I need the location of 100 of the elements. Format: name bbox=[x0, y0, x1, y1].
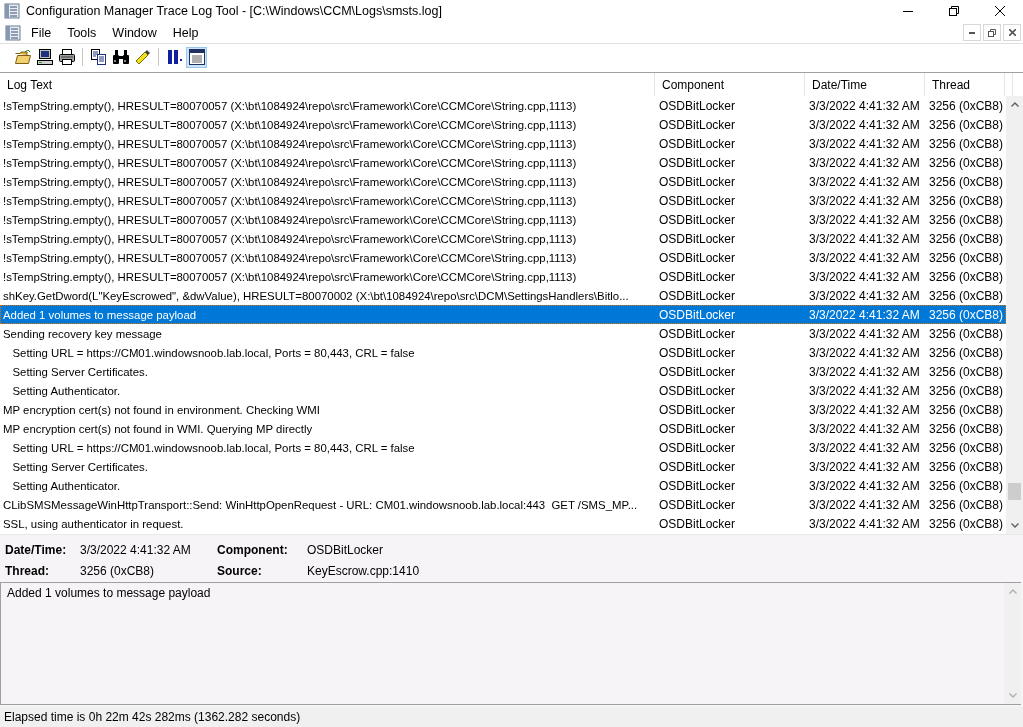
menu-item[interactable]: Window bbox=[104, 23, 165, 42]
log-row[interactable]: CLibSMSMessageWinHttpTransport::Send: WinHttpOpenRequest - URL: CM01.windowsnoob.lab.local:443 GET /SMS_MP... OSDBitLocker 3/3/2022 4:41:32 AM 3256 (0xCB8) bbox=[0, 495, 1006, 514]
table-cell-text: Setting Authenticator. bbox=[11, 479, 122, 492]
table-cell-text: 3/3/2022 4:41:32 AM bbox=[808, 288, 921, 303]
toolbar-button[interactable] bbox=[88, 46, 109, 68]
child-minimize-button[interactable] bbox=[963, 24, 981, 41]
menu-item[interactable]: Help bbox=[164, 23, 207, 42]
log-row[interactable]: !sTempString.empty(), HRESULT=80070057 (X:\bt\1084924\repo\src\Framework\Core\CCMCore\String.cpp,1113) OSDBitLocker 3/3/2022 4:41:32 AM 3256 (0xCB8) bbox=[0, 267, 1006, 286]
table-cell-text: !sTempString.empty(), HRESULT=80070057 (X:\bt\1084924\repo\src\Framework\Core\CCMCore\String.cpp,1113) bbox=[2, 213, 578, 226]
table-cell-text: 3256 (0xCB8) bbox=[928, 174, 1005, 189]
log-row[interactable]: !sTempString.empty(), HRESULT=80070057 (X:\bt\1084924\repo\src\Framework\Core\CCMCore\String.cpp,1113) OSDBitLocker 3/3/2022 4:41:32 AM 3256 (0xCB8) bbox=[0, 153, 1006, 172]
log-row[interactable]: Setting URL = https://CM01.windowsnoob.lab.local, Ports = 80,443, CRL = false OSDBitLocker 3/3/2022 4:41:32 AM 3256 (0xCB8) bbox=[0, 438, 1006, 457]
table-cell-text: OSDBitLocker bbox=[658, 231, 737, 246]
table-cell-text: OSDBitLocker bbox=[658, 326, 737, 341]
table-cell-text: OSDBitLocker bbox=[658, 345, 737, 360]
log-row[interactable]: Setting Server Certificates. OSDBitLocker 3/3/2022 4:41:32 AM 3256 (0xCB8) bbox=[0, 457, 1006, 476]
child-close-button[interactable] bbox=[1003, 24, 1021, 41]
table-cell-text: OSDBitLocker bbox=[658, 364, 737, 379]
log-row[interactable]: MP encryption cert(s) not found in WMI. Querying MP directly OSDBitLocker 3/3/2022 4:41:32 AM 3256 (0xCB8) bbox=[0, 419, 1006, 438]
log-row[interactable]: shKey.GetDword(L"KeyEscrowed", &dwValue), HRESULT=80070002 (X:\bt\1084924\repo\src\DCM\SettingsHandlers\Bitlo... OSDBitLocker 3/3/2022 4:41:32 AM 3256 (0xCB8) bbox=[0, 286, 1006, 305]
scroll-down-icon bbox=[1008, 693, 1017, 698]
table-cell-text: Setting Server Certificates. bbox=[11, 460, 149, 473]
table-cell-text: !sTempString.empty(), HRESULT=80070057 (X:\bt\1084924\repo\src\Framework\Core\CCMCore\String.cpp,1113) bbox=[2, 175, 578, 188]
table-cell-text: OSDBitLocker bbox=[658, 193, 737, 208]
table-cell-text: 3256 (0xCB8) bbox=[928, 440, 1005, 455]
log-row[interactable]: Setting Authenticator. OSDBitLocker 3/3/2022 4:41:32 AM 3256 (0xCB8) bbox=[0, 476, 1006, 495]
table-cell-text: 3256 (0xCB8) bbox=[928, 288, 1005, 303]
log-row[interactable]: Added 1 volumes to message payload OSDBitLocker 3/3/2022 4:41:32 AM 3256 (0xCB8) bbox=[0, 305, 1006, 324]
table-cell-text: !sTempString.empty(), HRESULT=80070057 (X:\bt\1084924\repo\src\Framework\Core\CCMCore\String.cpp,1113) bbox=[2, 194, 578, 207]
log-row[interactable]: SSL, using authenticator in request. OSDBitLocker 3/3/2022 4:41:32 AM 3256 (0xCB8) bbox=[0, 514, 1006, 533]
column-header[interactable]: Log Text bbox=[0, 73, 655, 96]
menu-item[interactable]: File bbox=[23, 23, 60, 42]
table-cell-text: !sTempString.empty(), HRESULT=80070057 (X:\bt\1084924\repo\src\Framework\Core\CCMCore\String.cpp,1113) bbox=[2, 118, 578, 131]
field-label: Component: bbox=[217, 543, 289, 558]
log-row[interactable]: !sTempString.empty(), HRESULT=80070057 (X:\bt\1084924\repo\src\Framework\Core\CCMCore\String.cpp,1113) OSDBitLocker 3/3/2022 4:41:32 AM 3256 (0xCB8) bbox=[0, 248, 1006, 267]
table-cell-text: 3256 (0xCB8) bbox=[928, 117, 1005, 132]
toolbar-button[interactable] bbox=[56, 46, 77, 68]
log-row[interactable]: Sending recovery key message OSDBitLocker 3/3/2022 4:41:32 AM 3256 (0xCB8) bbox=[0, 324, 1006, 343]
field-value: KeyEscrow.cpp:1410 bbox=[307, 563, 421, 578]
scrollbar-thumb[interactable] bbox=[1008, 483, 1021, 500]
table-cell-text: OSDBitLocker bbox=[658, 478, 737, 493]
child-restore-button[interactable] bbox=[983, 24, 1001, 41]
table-cell-text: MP encryption cert(s) not found in environment. Checking WMI bbox=[2, 403, 321, 416]
table-cell-text: OSDBitLocker bbox=[658, 117, 737, 132]
table-cell-text: 3/3/2022 4:41:32 AM bbox=[808, 231, 921, 246]
table-cell-text: 3256 (0xCB8) bbox=[928, 212, 1005, 227]
table-cell-text: 3256 (0xCB8) bbox=[928, 478, 1005, 493]
scroll-up-icon bbox=[1010, 102, 1019, 107]
table-cell-text: !sTempString.empty(), HRESULT=80070057 (X:\bt\1084924\repo\src\Framework\Core\CCMCore\String.cpp,1113) bbox=[2, 99, 578, 112]
table-cell-text: 3256 (0xCB8) bbox=[928, 326, 1005, 341]
minimize-icon bbox=[903, 10, 913, 12]
table-cell-text: OSDBitLocker bbox=[658, 459, 737, 474]
toolbar-button[interactable] bbox=[34, 46, 55, 68]
column-header[interactable]: Component bbox=[655, 73, 805, 96]
table-cell-text: 3256 (0xCB8) bbox=[928, 250, 1005, 265]
table-cell-text: OSDBitLocker bbox=[658, 269, 737, 284]
table-cell-text: 3256 (0xCB8) bbox=[928, 459, 1005, 474]
table-cell-text: 3/3/2022 4:41:32 AM bbox=[808, 155, 921, 170]
table-cell-text: 3/3/2022 4:41:32 AM bbox=[808, 117, 921, 132]
log-row[interactable]: Setting Authenticator. OSDBitLocker 3/3/2022 4:41:32 AM 3256 (0xCB8) bbox=[0, 381, 1006, 400]
restore-icon bbox=[988, 28, 996, 37]
log-row[interactable]: MP encryption cert(s) not found in environment. Checking WMI OSDBitLocker 3/3/2022 4:41:32 AM 3256 (0xCB8) bbox=[0, 400, 1006, 419]
log-row[interactable]: !sTempString.empty(), HRESULT=80070057 (X:\bt\1084924\repo\src\Framework\Core\CCMCore\String.cpp,1113) OSDBitLocker 3/3/2022 4:41:32 AM 3256 (0xCB8) bbox=[0, 96, 1006, 115]
log-row[interactable]: !sTempString.empty(), HRESULT=80070057 (X:\bt\1084924\repo\src\Framework\Core\CCMCore\String.cpp,1113) OSDBitLocker 3/3/2022 4:41:32 AM 3256 (0xCB8) bbox=[0, 229, 1006, 248]
table-cell-text: OSDBitLocker bbox=[658, 440, 737, 455]
table-cell-text: 3256 (0xCB8) bbox=[928, 497, 1005, 512]
app-icon bbox=[4, 3, 20, 19]
table-cell-text: 3/3/2022 4:41:32 AM bbox=[808, 364, 921, 379]
printer-icon bbox=[58, 49, 75, 65]
table-cell-text: 3256 (0xCB8) bbox=[928, 345, 1005, 360]
table-cell-text: OSDBitLocker bbox=[658, 307, 737, 322]
table-cell-text: 3256 (0xCB8) bbox=[928, 98, 1005, 113]
log-row[interactable]: Setting Server Certificates. OSDBitLocker 3/3/2022 4:41:32 AM 3256 (0xCB8) bbox=[0, 362, 1006, 381]
log-row[interactable]: !sTempString.empty(), HRESULT=80070057 (X:\bt\1084924\repo\src\Framework\Core\CCMCore\String.cpp,1113) OSDBitLocker 3/3/2022 4:41:32 AM 3256 (0xCB8) bbox=[0, 134, 1006, 153]
column-header[interactable]: Date/Time bbox=[805, 73, 925, 96]
field-value: 3256 (0xCB8) bbox=[80, 563, 156, 578]
table-cell-text: 3/3/2022 4:41:32 AM bbox=[808, 402, 921, 417]
table-cell-text: OSDBitLocker bbox=[658, 136, 737, 151]
table-cell-text: OSDBitLocker bbox=[658, 402, 737, 417]
table-cell-text: 3256 (0xCB8) bbox=[928, 231, 1005, 246]
message-text-area[interactable]: Added 1 volumes to message payload bbox=[0, 582, 1021, 705]
table-cell-text: 3/3/2022 4:41:32 AM bbox=[808, 269, 921, 284]
log-row[interactable]: !sTempString.empty(), HRESULT=80070057 (X:\bt\1084924\repo\src\Framework\Core\CCMCore\String.cpp,1113) OSDBitLocker 3/3/2022 4:41:32 AM 3256 (0xCB8) bbox=[0, 115, 1006, 134]
log-row[interactable]: Setting URL = https://CM01.windowsnoob.lab.local, Ports = 80,443, CRL = false OSDBitLocker 3/3/2022 4:41:32 AM 3256 (0xCB8) bbox=[0, 343, 1006, 362]
table-cell-text: 3/3/2022 4:41:32 AM bbox=[808, 98, 921, 113]
highlighter-icon bbox=[134, 50, 151, 64]
table-cell-text: 3/3/2022 4:41:32 AM bbox=[808, 136, 921, 151]
log-row[interactable]: !sTempString.empty(), HRESULT=80070057 (X:\bt\1084924\repo\src\Framework\Core\CCMCore\String.cpp,1113) OSDBitLocker 3/3/2022 4:41:32 AM 3256 (0xCB8) bbox=[0, 191, 1006, 210]
message-text: Added 1 volumes to message payload bbox=[6, 585, 212, 602]
table-cell-text: 3/3/2022 4:41:32 AM bbox=[808, 250, 921, 265]
table-cell-text: Setting URL = https://CM01.windowsnoob.lab.local, Ports = 80,443, CRL = false bbox=[11, 346, 416, 359]
log-row[interactable]: !sTempString.empty(), HRESULT=80070057 (X:\bt\1084924\repo\src\Framework\Core\CCMCore\String.cpp,1113) OSDBitLocker 3/3/2022 4:41:32 AM 3256 (0xCB8) bbox=[0, 172, 1006, 191]
column-header[interactable]: Thread bbox=[925, 73, 1005, 96]
window-title: Configuration Manager Trace Log Tool - [C:\Windows\CCM\Logs\smsts.log] bbox=[26, 4, 443, 18]
window-panel-icon bbox=[188, 49, 205, 65]
menu-item[interactable]: Tools bbox=[59, 23, 105, 42]
log-row[interactable]: !sTempString.empty(), HRESULT=80070057 (X:\bt\1084924\repo\src\Framework\Core\CCMCore\String.cpp,1113) OSDBitLocker 3/3/2022 4:41:32 AM 3256 (0xCB8) bbox=[0, 210, 1006, 229]
vertical-scrollbar[interactable] bbox=[1006, 96, 1023, 534]
toolbar-button[interactable] bbox=[186, 46, 207, 68]
table-cell-text: 3/3/2022 4:41:32 AM bbox=[808, 193, 921, 208]
